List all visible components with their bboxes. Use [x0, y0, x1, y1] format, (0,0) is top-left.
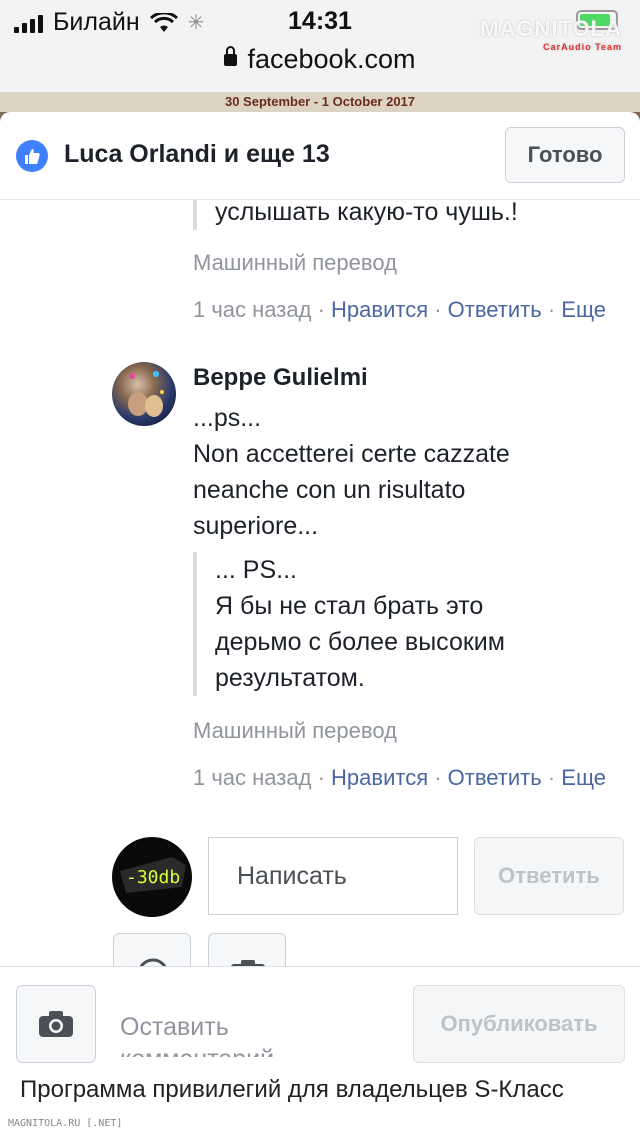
- comment-time[interactable]: 1 час назад: [193, 297, 311, 322]
- comment-thread: услышать какую-то чушь.! Машинный перево…: [0, 200, 640, 970]
- comment-meta: 1 час назад · Нравится · Ответить · Еще: [193, 765, 607, 790]
- done-button[interactable]: Готово: [505, 127, 625, 183]
- reply-link[interactable]: Ответить: [448, 765, 542, 790]
- reactions-modal: Luca Orlandi и еще 13 Готово услышать ка…: [0, 112, 640, 1078]
- url-domain: facebook.com: [247, 44, 416, 74]
- comment-author[interactable]: Beppe Gulielmi: [193, 364, 368, 392]
- photo-button[interactable]: [208, 933, 286, 970]
- reply-submit-button[interactable]: Ответить: [474, 837, 624, 915]
- sticker-button[interactable]: [113, 933, 191, 970]
- translation-block: услышать какую-то чушь.!: [193, 200, 518, 230]
- modal-header: Luca Orlandi и еще 13 Готово: [0, 112, 640, 200]
- comment-time[interactable]: 1 час назад: [193, 765, 311, 790]
- machine-translation-label[interactable]: Машинный перевод: [193, 718, 397, 744]
- more-link[interactable]: Еще: [561, 297, 606, 322]
- modal-title[interactable]: Luca Orlandi и еще 13: [64, 140, 330, 169]
- reply-link[interactable]: Ответить: [448, 297, 542, 322]
- publish-button[interactable]: Опубликовать: [413, 985, 625, 1063]
- comment-meta: 1 час назад · Нравится · Ответить · Еще: [193, 297, 607, 322]
- sticker-icon: [138, 958, 168, 970]
- current-user-avatar: -30db: [112, 837, 192, 917]
- reply-input[interactable]: Написать: [208, 837, 458, 915]
- translation-text: услышать какую-то чушь.!: [215, 200, 518, 226]
- camera-button[interactable]: [16, 985, 96, 1063]
- comment-composer: Оставить комментарий Опубликовать: [0, 966, 640, 1078]
- translation-block: ... PS... Я бы не стал брать это дерьмо …: [193, 552, 505, 696]
- reply-placeholder: Написать: [237, 861, 347, 890]
- camera-icon: [39, 1011, 73, 1037]
- like-icon: [16, 140, 48, 172]
- camera-icon: [231, 960, 265, 970]
- comment-input[interactable]: Оставить комментарий: [120, 1011, 274, 1057]
- like-link[interactable]: Нравится: [331, 765, 428, 790]
- more-link[interactable]: Еще: [561, 765, 606, 790]
- url-bar[interactable]: facebook.com: [0, 44, 640, 75]
- svg-text:-30db: -30db: [126, 867, 180, 888]
- watermark-footer: MAGNITOLA.RU [.NET]: [8, 1118, 123, 1129]
- comment-text: ...ps... Non accetterei certe cazzate ne…: [193, 404, 510, 540]
- status-bar: Билайн ✳ 14:31 MAGNITOLA CarAudio Team f…: [0, 0, 640, 92]
- like-link[interactable]: Нравится: [331, 297, 428, 322]
- lock-icon: [224, 46, 238, 66]
- avatar[interactable]: [112, 362, 176, 426]
- machine-translation-label[interactable]: Машинный перевод: [193, 250, 397, 276]
- background-banner: 30 September - 1 October 2017: [0, 92, 640, 112]
